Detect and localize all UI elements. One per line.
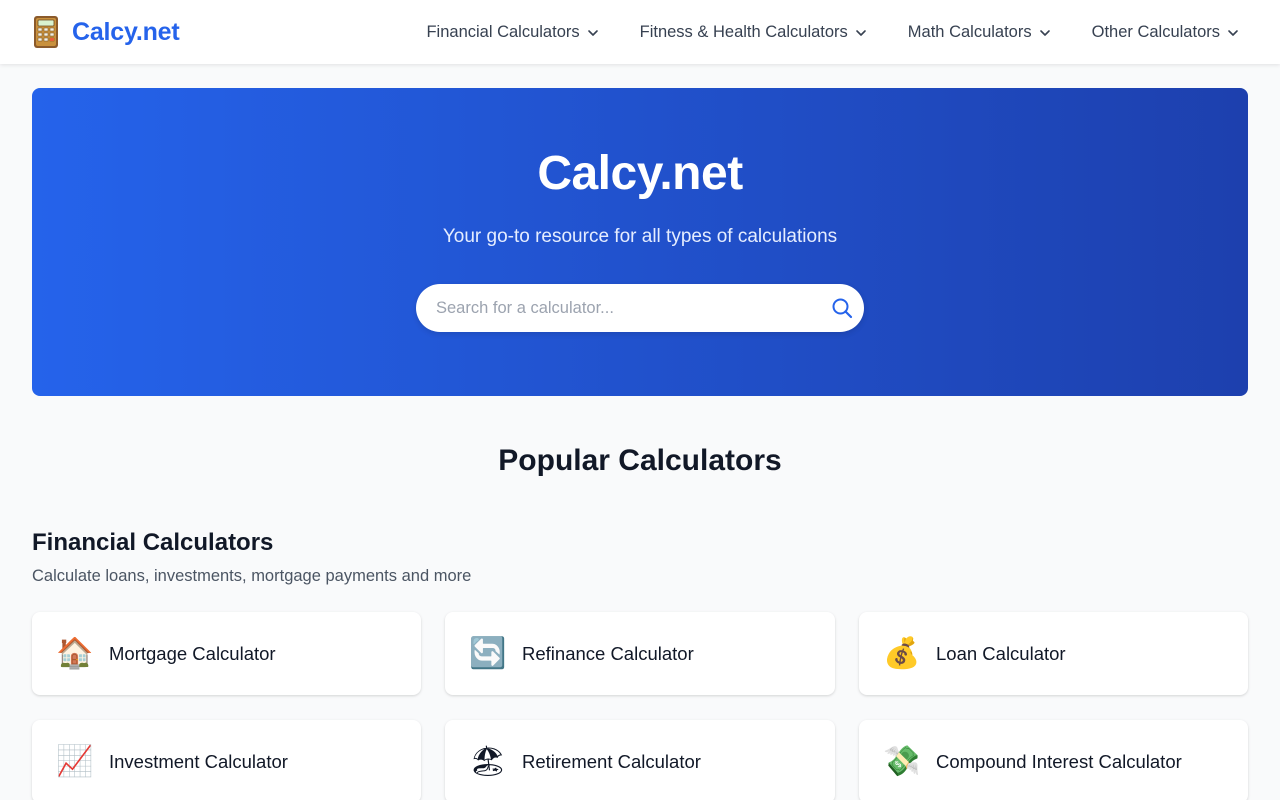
section-title-financial: Financial Calculators — [32, 529, 274, 556]
card-label: Refinance Calculator — [522, 642, 694, 664]
refresh-arrows-icon: 🔄 — [469, 636, 507, 670]
money-bag-icon: 💰 — [883, 636, 921, 670]
search-box — [416, 284, 864, 332]
logo-text: Calcy.net — [72, 17, 180, 46]
nav-label: Fitness & Health Calculators — [639, 22, 848, 41]
search-input[interactable] — [416, 284, 864, 332]
nav-math-calculators[interactable]: Math Calculators — [908, 23, 1052, 42]
chevron-down-icon — [855, 30, 866, 36]
search-icon[interactable] — [830, 296, 854, 320]
chart-increasing-icon: 📈 — [56, 744, 94, 778]
nav-other-calculators[interactable]: Other Calculators — [1092, 23, 1240, 42]
popular-calculators-heading: Popular Calculators — [498, 444, 782, 477]
chevron-down-icon — [1039, 30, 1050, 36]
card-refinance-calculator[interactable]: 🔄 Refinance Calculator — [445, 612, 835, 695]
card-loan-calculator[interactable]: 💰 Loan Calculator — [859, 612, 1248, 695]
beach-umbrella-icon: 🏖 — [468, 744, 508, 778]
card-label: Loan Calculator — [936, 642, 1066, 664]
card-label: Compound Interest Calculator — [936, 750, 1182, 772]
site-header: Calcy.net Financial Calculators Fitness … — [0, 0, 1280, 64]
card-investment-calculator[interactable]: 📈 Investment Calculator — [32, 720, 421, 800]
nav-label: Math Calculators — [907, 22, 1032, 41]
hero-subtitle: Your go-to resource for all types of cal… — [442, 226, 838, 247]
main-nav: Financial Calculators Fitness & Health C… — [426, 0, 1240, 64]
site-logo[interactable]: Calcy.net — [32, 14, 180, 50]
house-icon: 🏠 — [56, 636, 94, 670]
card-compound-interest-calculator[interactable]: 💸 Compound Interest Calculator — [859, 720, 1248, 800]
hero-banner: Calcy.net Your go-to resource for all ty… — [32, 88, 1248, 396]
nav-label: Financial Calculators — [426, 22, 580, 41]
calculator-icon — [34, 16, 58, 48]
nav-fitness-health-calculators[interactable]: Fitness & Health Calculators — [640, 23, 868, 42]
card-label: Investment Calculator — [109, 750, 288, 772]
chevron-down-icon — [1228, 30, 1238, 36]
hero-title: Calcy.net — [537, 147, 743, 200]
money-with-wings-icon: 💸 — [883, 744, 921, 778]
card-label: Mortgage Calculator — [109, 642, 276, 664]
section-description-financial: Calculate loans, investments, mortgage p… — [32, 567, 472, 585]
nav-financial-calculators[interactable]: Financial Calculators — [426, 23, 599, 42]
card-mortgage-calculator[interactable]: 🏠 Mortgage Calculator — [32, 612, 421, 695]
card-retirement-calculator[interactable]: 🏖 Retirement Calculator — [445, 720, 835, 800]
card-label: Retirement Calculator — [522, 750, 701, 772]
chevron-down-icon — [587, 30, 598, 36]
nav-label: Other Calculators — [1091, 22, 1220, 41]
